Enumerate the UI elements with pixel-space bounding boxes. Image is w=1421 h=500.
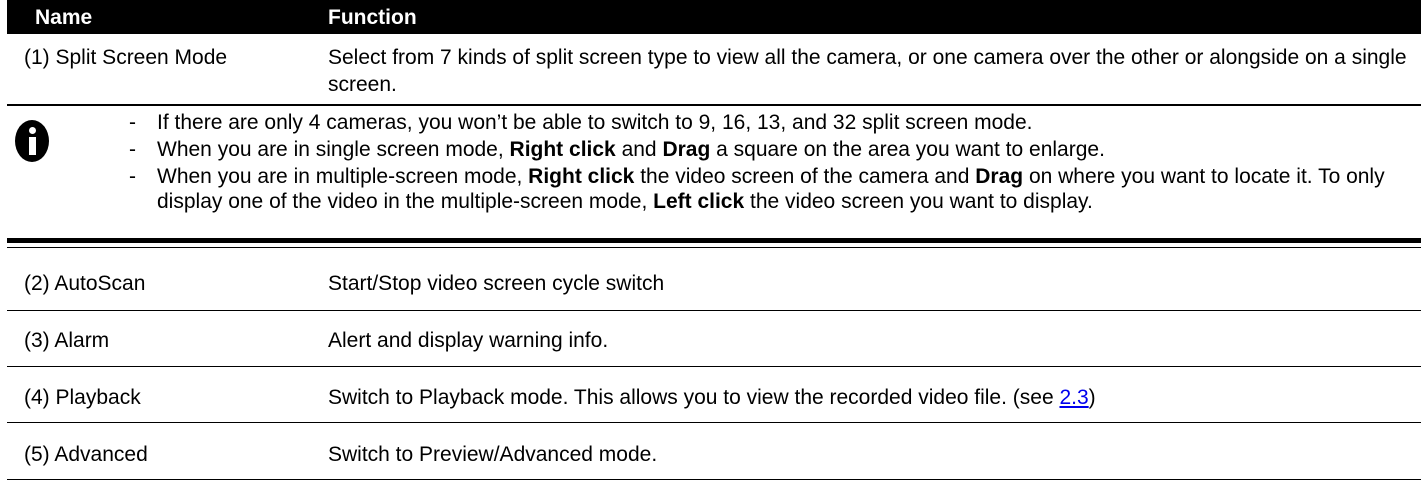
info-icon	[15, 120, 49, 162]
note-bullet-3: - When you are in multiple-screen mode, …	[129, 165, 1385, 213]
row-function: Alert and display warning info.	[328, 329, 609, 352]
header-name: Name	[35, 6, 93, 29]
row-function: Select from 7 kinds of split screen type…	[328, 46, 1407, 96]
header-function: Function	[328, 6, 417, 29]
section-link[interactable]: 2.3	[1059, 386, 1088, 409]
note-bullet-1: - If there are only 4 cameras, you won’t…	[129, 111, 1033, 134]
divider	[7, 422, 1421, 423]
divider-thin	[7, 247, 1421, 248]
table-header: Name Function	[7, 0, 1421, 34]
function-table: Name Function (1) Split Screen Mode Sele…	[0, 0, 1421, 500]
divider	[7, 310, 1421, 311]
row-name: (5) Advanced	[24, 443, 148, 466]
row-name: (4) Playback	[24, 386, 141, 409]
divider	[7, 366, 1421, 367]
divider	[7, 479, 1421, 480]
note-bullet-2: - When you are in single screen mode, Ri…	[129, 138, 1105, 161]
row-name: (1) Split Screen Mode	[24, 46, 228, 69]
divider	[7, 104, 1421, 106]
row-function: Switch to Playback mode. This allows you…	[328, 386, 1096, 409]
row-function: Switch to Preview/Advanced mode.	[328, 443, 658, 466]
row-function: Start/Stop video screen cycle switch	[328, 272, 665, 295]
row-name: (3) Alarm	[24, 329, 110, 352]
divider-thick	[7, 238, 1421, 243]
row-name: (2) AutoScan	[24, 272, 146, 295]
